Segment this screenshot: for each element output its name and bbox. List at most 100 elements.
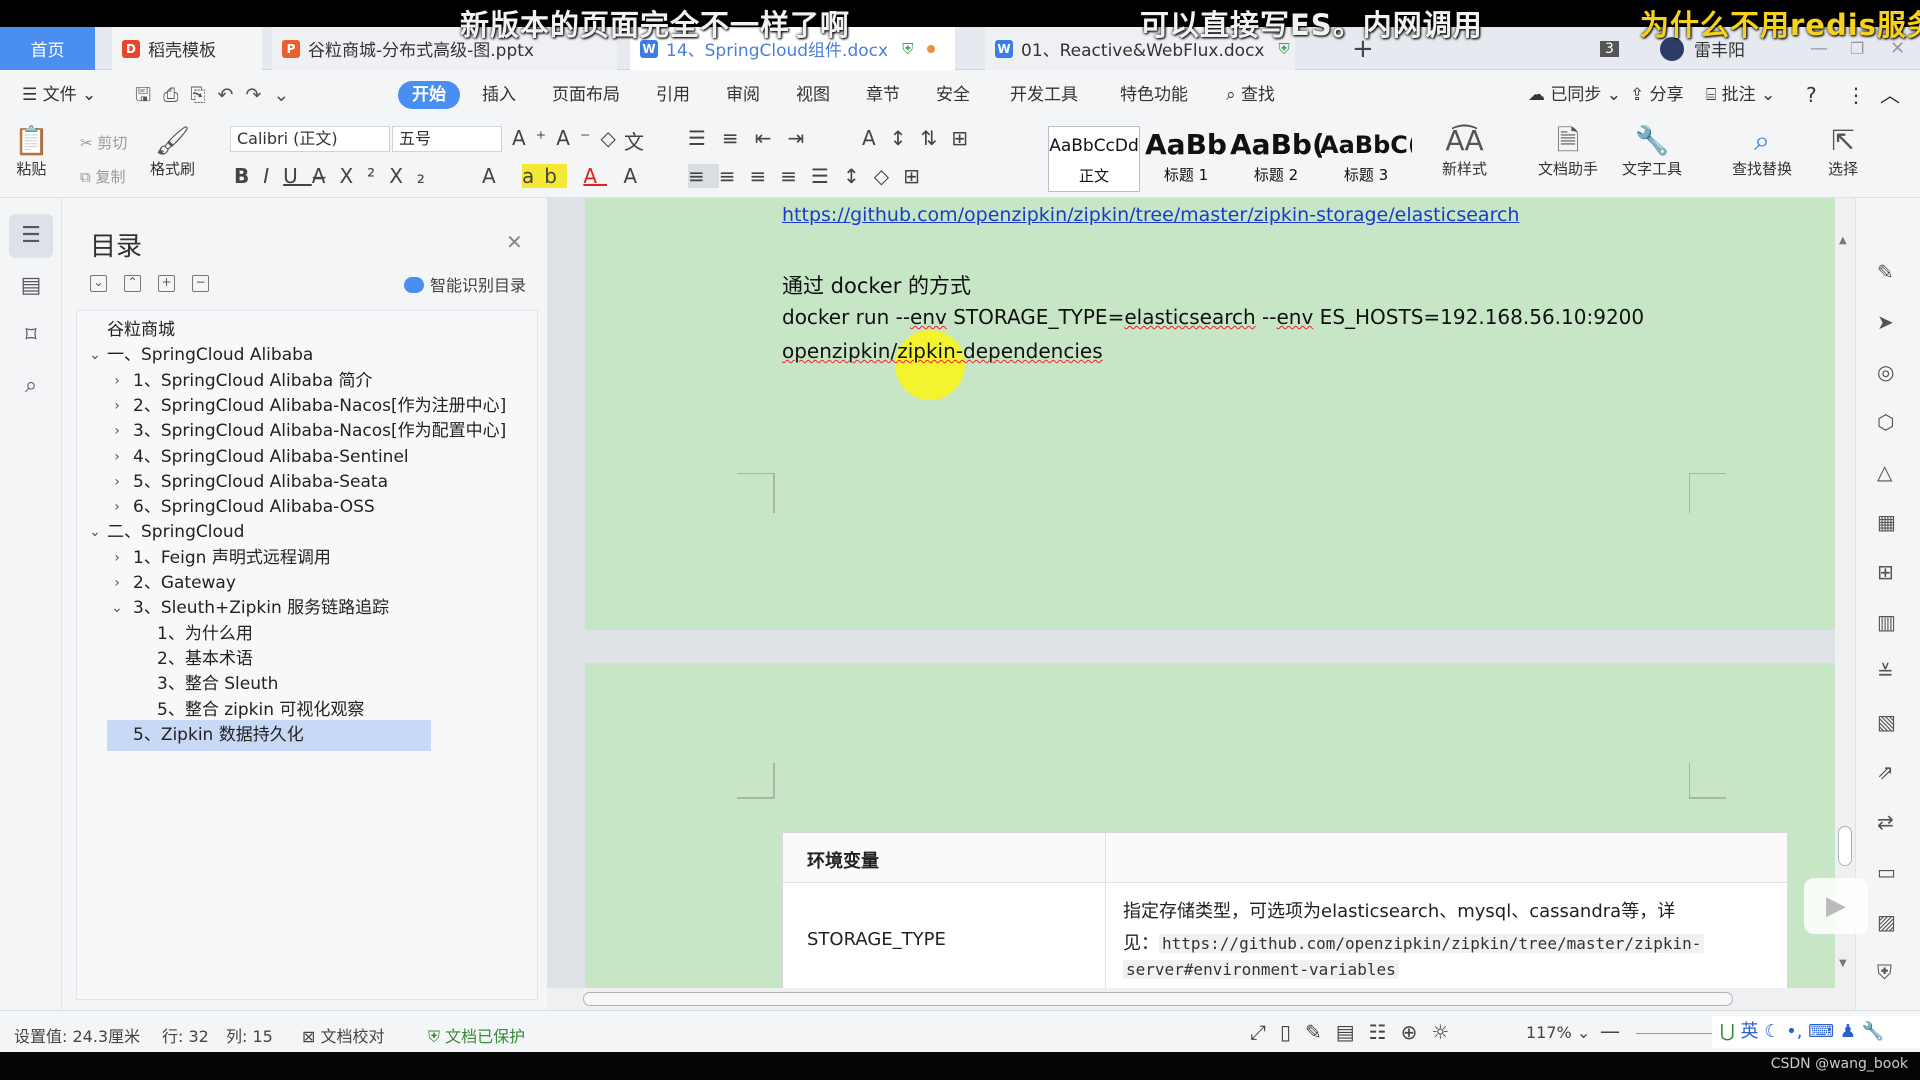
zoom-out-button[interactable]: — [1600,1019,1620,1043]
new-style-button[interactable]: A͡A 新样式 [1442,124,1487,179]
find-replace-button[interactable]: ⌕ 查找替换 [1732,124,1792,179]
chart-icon[interactable]: ▥ [1877,610,1896,634]
menu-view[interactable]: 视图 [796,70,830,120]
horizontal-scrollbar[interactable] [547,988,1855,1010]
remove-heading-icon[interactable]: − [192,275,209,292]
font-family-select[interactable]: Calibri (正文) [230,126,390,152]
collapse-all-icon[interactable]: ⌄ [90,275,107,292]
image-icon[interactable]: ▧ [1877,710,1896,734]
menu-insert[interactable]: 插入 [482,70,516,120]
list-indent-buttons[interactable]: ☰≡⇤⇥ [688,126,820,150]
add-heading-icon[interactable]: + [158,275,175,292]
scroll-up-icon[interactable]: ▲ [1839,232,1849,250]
zoom-slider[interactable] [1636,1033,1716,1034]
document-page[interactable] [585,198,1837,630]
view-mode-buttons[interactable]: ⤢▯✎▤☷⊕☼ [1250,1020,1463,1044]
share-icon: ⇪ [1630,85,1650,105]
text-color-buttons[interactable]: A ab A A [482,164,647,188]
menu-file[interactable]: ☰ 文件 ⌄ [22,70,96,120]
menu-features[interactable]: 特色功能 [1120,70,1188,120]
format-painter-button[interactable]: 🖌 格式刷 [150,124,195,179]
toc-list-icon[interactable]: ☰ [9,214,53,258]
table-icon[interactable]: ▦ [1877,510,1896,534]
page-thumbnail-icon[interactable]: ▤ [9,264,53,308]
left-navigation-strip: ☰ ▤ ⌑ ⌕ [0,198,62,1010]
style-heading-1[interactable]: AaBb 标题 1 [1140,126,1232,192]
vertical-scroll-thumb[interactable] [1838,826,1852,866]
font-size-grow-shrink[interactable]: A⁺A⁻◇ [512,126,626,150]
page-corner-mark [1689,763,1726,799]
menu-layout[interactable]: 页面布局 [552,70,620,120]
page-corner-mark [737,763,775,799]
bookmark-icon[interactable]: ⌑ [9,314,53,358]
input-method-bar[interactable]: ⋃ 英 ☾ •, ⌨ ♟ 🔧 [1712,1016,1920,1048]
elasticsearch-storage-link[interactable]: https://github.com/openzipkin/zipkin/tre… [782,204,1519,226]
sort-buttons[interactable]: A↕⇅⊞ [862,126,982,150]
proofread-button[interactable]: ⊠ 文档校对 [302,1023,385,1047]
csdn-watermark: CSDN @wang_book [1770,1056,1908,1072]
comment-button[interactable]: ⌸ 批注 ⌄ [1706,70,1775,120]
select-button[interactable]: ⇱ 选择 [1828,124,1858,179]
menu-search[interactable]: ⌕ 查找 [1226,70,1275,120]
cut-button[interactable]: ✂ 剪切 [80,132,127,153]
settings-sliders-icon[interactable]: ≚ [1877,660,1894,684]
cursor-icon[interactable]: ➤ [1877,310,1894,334]
share-button[interactable]: ⇪ 分享 [1630,70,1684,120]
right-tool-strip: ✎ ➤ ◎ ⬡ △ ▦ ⊞ ▥ ≚ ▧ ⇗ ⇄ ▭ ▨ ⛨ ▶ [1804,198,1920,1010]
zoom-level[interactable]: 117% ⌄ [1526,1023,1590,1042]
sync-status[interactable]: ☁ 已同步 ⌄ [1528,70,1621,120]
help-icon[interactable]: ? [1806,70,1817,120]
menu-start[interactable]: 开始 [398,81,460,109]
scroll-down-icon[interactable]: ▼ [1839,958,1849,976]
close-icon[interactable]: ✕ [506,230,523,254]
vertical-scrollbar[interactable]: ▲ ▼ [1835,198,1855,988]
alignment-buttons[interactable]: ≡≡≡≡☰↕◇⊞ [688,164,934,188]
apps-icon[interactable]: ⊞ [1877,560,1894,584]
video-play-icon[interactable]: ▶ [1804,878,1868,934]
doc-heading-docker: 通过 docker 的方式 [782,274,972,298]
menu-reference[interactable]: 引用 [656,70,690,120]
shield-check-icon[interactable]: ⛨ [1877,960,1892,984]
translate-icon[interactable]: ⇄ [1877,810,1894,834]
protected-status[interactable]: ⛨ 文档已保护 [428,1023,525,1047]
horizontal-scroll-thumb[interactable] [583,992,1733,1006]
export-icon[interactable]: ⇗ [1877,760,1894,784]
pen-icon[interactable]: ✎ [1877,260,1894,284]
expand-up-icon[interactable]: ⌃ [124,275,141,292]
table-cell-desc-line3: server#environment-variables [1123,959,1399,980]
pinyin-icon[interactable]: 文 [624,126,644,155]
layers-icon[interactable]: △ [1877,460,1892,484]
doc-assistant-button[interactable]: 🗎 文档助手 [1538,124,1598,179]
style-body[interactable]: AaBbCcDd 正文 [1048,126,1140,192]
menu-chapter[interactable]: 章节 [866,70,900,120]
more-icon[interactable]: ⋮ [1846,70,1866,120]
collapse-ribbon-icon[interactable]: ︿ [1880,70,1900,120]
style-heading-3[interactable]: AaBbC( 标题 3 [1320,126,1412,192]
quick-access-toolbar[interactable]: 🖫⎙⎘↶↷⌄ [135,70,301,120]
pointer-icon: ⇱ [1831,124,1855,157]
tab-daoke-template[interactable]: D 稻壳模板 [112,27,262,70]
window-count-badge[interactable]: 3 [1600,27,1619,70]
paste-button[interactable]: 📋 粘贴 [14,124,49,179]
tab-home[interactable]: 首页 [0,27,95,70]
smart-toc-button[interactable]: 智能识别目录 [404,272,526,296]
comment-icon: ⌸ [1706,85,1722,105]
copy-button[interactable]: ⧉ 复制 [80,166,126,187]
gallery-icon[interactable]: ▨ [1877,910,1896,934]
table-cell-key: STORAGE_TYPE [807,929,946,950]
menu-devtools[interactable]: 开发工具 [1010,70,1078,120]
style-heading-2[interactable]: AaBb( 标题 2 [1230,126,1322,192]
menu-review[interactable]: 审阅 [726,70,760,120]
toc-item[interactable]: 5、Zipkin 数据持久化 [107,719,431,751]
ribbon-toolbar: 📋 粘贴 ✂ 剪切 ⧉ 复制 🖌 格式刷 Calibri (正文) 五号 A⁺A… [0,120,1920,198]
menu-security[interactable]: 安全 [936,70,970,120]
text-format-buttons[interactable]: BIUA̶X²X₂ [234,164,439,188]
find-icon[interactable]: ⌕ [9,364,53,408]
shapes-icon[interactable]: ⬡ [1877,410,1894,434]
hamburger-icon: ☰ [22,85,43,105]
font-size-select[interactable]: 五号 [392,126,502,152]
text-tools-button[interactable]: 🔧 文字工具 [1622,124,1682,179]
archive-icon[interactable]: ▭ [1877,860,1896,884]
menu-bar: ☰ 文件 ⌄ 🖫⎙⎘↶↷⌄ 开始 插入 页面布局 引用 审阅 视图 章节 安全 … [0,70,1920,120]
target-icon[interactable]: ◎ [1877,360,1894,384]
